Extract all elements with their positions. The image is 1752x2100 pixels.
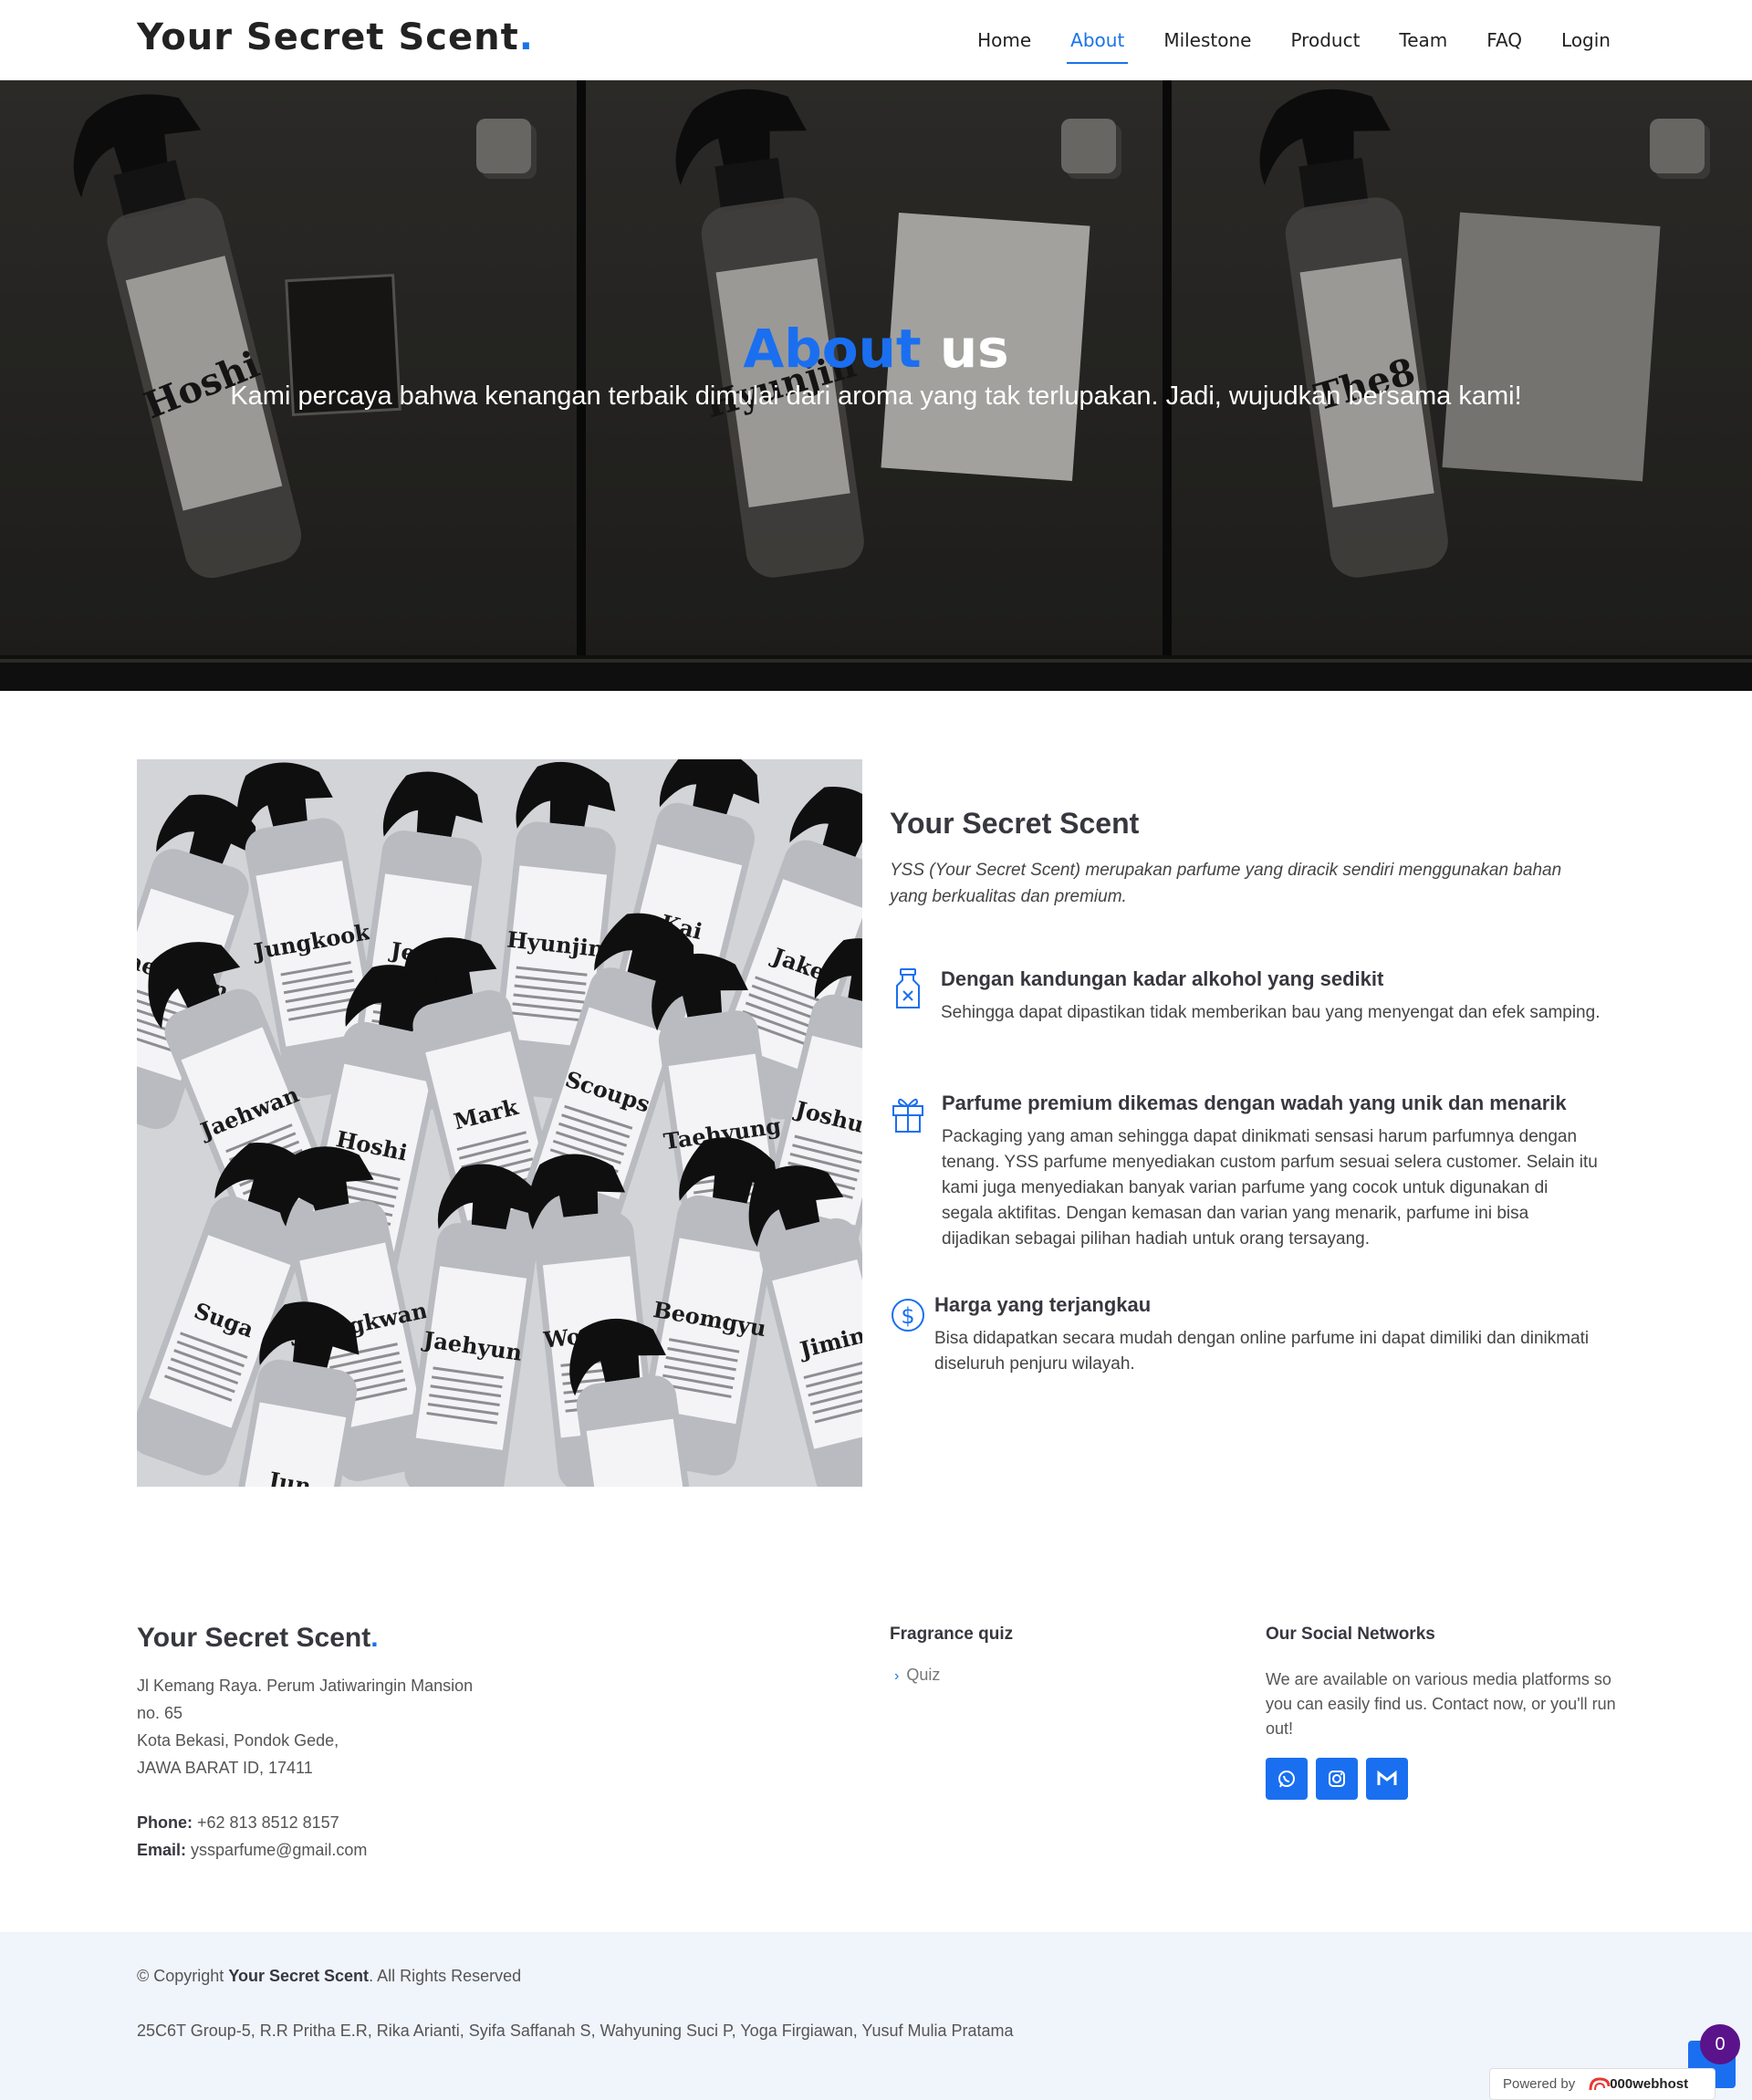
phone-label: Phone: [137, 1813, 193, 1832]
copyright-prefix: © Copyright [137, 1967, 224, 1985]
about-title: Your Secret Scent [890, 807, 1140, 840]
copyright-suffix: . All Rights Reserved [369, 1967, 522, 1985]
svg-text:$: $ [901, 1303, 914, 1329]
nav-about[interactable]: About [1067, 22, 1129, 64]
product-collage-image: BaekhyunJungkookJeonHyunjinKaiJakeJaehwa… [137, 759, 862, 1487]
address-line: Kota Bekasi, Pondok Gede, [137, 1731, 339, 1750]
instagram-button[interactable] [1316, 1758, 1358, 1800]
logo-dot: . [518, 16, 534, 58]
address-line: no. 65 [137, 1704, 183, 1722]
quiz-link-label: Quiz [906, 1666, 941, 1684]
footer-logo[interactable]: Your Secret Scent. [137, 1623, 379, 1654]
feature-packaging: Parfume premium dikemas dengan wadah yan… [890, 1092, 1601, 1252]
feature-text: Bisa didapatkan secara mudah dengan onli… [934, 1329, 1590, 1374]
collage-svg: BaekhyunJungkookJeonHyunjinKaiJakeJaehwa… [137, 759, 862, 1487]
copyright-brand: Your Secret Scent [228, 1967, 370, 1985]
instagram-icon [1329, 1771, 1345, 1787]
feature-title: Harga yang terjangkau [934, 1293, 1152, 1316]
main-nav: Home About Milestone Product Team FAQ Lo… [938, 0, 1611, 80]
quiz-link[interactable]: › Quiz [894, 1666, 940, 1685]
feature-alcohol: Dengan kandungan kadar alkohol yang sedi… [890, 967, 1601, 1026]
feature-title: Dengan kandungan kadar alkohol yang sedi… [941, 967, 1384, 990]
powered-by-label: Powered by [1503, 2076, 1576, 2092]
nav-faq[interactable]: FAQ [1486, 22, 1522, 58]
host-logo-icon [1589, 2077, 1611, 2091]
nav-milestone[interactable]: Milestone [1163, 22, 1251, 58]
footer-logo-text: Your Secret Scent [137, 1623, 371, 1653]
page: Your Secret Scent. Home About Milestone … [0, 0, 1752, 2100]
copyright-text: © Copyright Your Secret Scent. All Right… [137, 1967, 521, 1986]
hero-title-blue: About [743, 318, 922, 380]
phone-value: +62 813 8512 8157 [197, 1813, 339, 1832]
address-line: JAWA BARAT ID, 17411 [137, 1759, 313, 1777]
email-value: yssparfume@gmail.com [191, 1841, 368, 1859]
about-description: YSS (Your Secret Scent) merupakan parfum… [890, 861, 1562, 906]
feature-text: Sehingga dapat dipastikan tidak memberik… [941, 1003, 1601, 1022]
team-credits: 25C6T Group-5, R.R Pritha E.R, Rika Aria… [137, 2022, 1014, 2040]
whatsapp-icon [1278, 1771, 1295, 1788]
hero-title-white: us [939, 318, 1009, 380]
chevron-right-icon: › [894, 1668, 900, 1684]
about-content: Your Secret Scent YSS (Your Secret Scent… [890, 807, 1601, 910]
social-heading: Our Social Networks [1266, 1625, 1435, 1644]
host-brand: 000webhost [1610, 2076, 1689, 2092]
site-logo[interactable]: Your Secret Scent. [137, 16, 534, 58]
address-line: Jl Kemang Raya. Perum Jatiwaringin Mansi… [137, 1677, 474, 1695]
dollar-circle-icon: $ [892, 1299, 924, 1332]
hero-title: About us [0, 318, 1752, 380]
footer-logo-dot: . [370, 1623, 379, 1653]
nav-team[interactable]: Team [1399, 22, 1447, 58]
gmail-icon [1377, 1770, 1397, 1785]
notification-badge[interactable]: 0 [1700, 2024, 1740, 2064]
email-label: Email: [137, 1841, 187, 1859]
potion-bottle-icon [896, 968, 920, 1008]
nav-product[interactable]: Product [1290, 22, 1360, 58]
nav-home[interactable]: Home [977, 22, 1031, 58]
footer-contact: Phone: +62 813 8512 8157 Email: yssparfu… [137, 1809, 367, 1864]
social-buttons [1266, 1758, 1416, 1800]
footer-address: Jl Kemang Raya. Perum Jatiwaringin Mansi… [137, 1672, 484, 1781]
feature-title: Parfume premium dikemas dengan wadah yan… [942, 1092, 1567, 1114]
site-header: Your Secret Scent. Home About Milestone … [0, 0, 1752, 80]
hero-banner: Hoshi Hyunjin The8 About us Kami percaya… [0, 80, 1752, 691]
logo-text: Your Secret Scent [137, 16, 519, 58]
hero-subtitle: Kami percaya bahwa kenangan terbaik dimu… [230, 381, 1522, 411]
gift-icon [892, 1098, 923, 1133]
whatsapp-button[interactable] [1266, 1758, 1308, 1800]
powered-by-widget[interactable]: Powered by 000webhost [1489, 2068, 1716, 2100]
quiz-heading: Fragrance quiz [890, 1625, 1014, 1644]
nav-login[interactable]: Login [1561, 22, 1611, 58]
feature-price: $ Harga yang terjangkau Bisa didapatkan … [890, 1293, 1601, 1377]
gmail-button[interactable] [1366, 1758, 1408, 1800]
social-description: We are available on various media platfo… [1266, 1670, 1616, 1738]
feature-text: Packaging yang aman sehingga dapat dinik… [942, 1127, 1598, 1249]
